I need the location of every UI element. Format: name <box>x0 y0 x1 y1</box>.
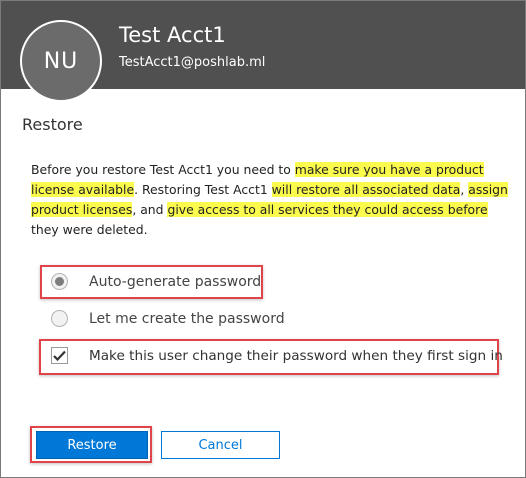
panel-title: Restore <box>22 115 83 134</box>
user-email: TestAcct1@poshlab.ml <box>119 55 266 70</box>
radio-selected-dot <box>55 277 64 286</box>
desc-highlight-data: will restore all associated data <box>271 182 461 197</box>
checkbox-option-force-change[interactable]: Make this user change their password whe… <box>51 347 503 364</box>
radio-option-create-password[interactable]: Let me create the password <box>51 310 285 327</box>
user-display-name: Test Acct1 <box>119 23 226 47</box>
radio-create-password[interactable] <box>51 310 68 327</box>
checkbox-force-change[interactable] <box>51 347 68 364</box>
checkbox-label-force-change: Make this user change their password whe… <box>89 347 503 364</box>
radio-label-create-password: Let me create the password <box>89 310 285 327</box>
desc-text-4: , and <box>132 202 168 217</box>
desc-text-2: . Restoring Test Acct1 <box>134 182 272 197</box>
radio-label-auto-generate: Auto-generate password <box>89 273 262 290</box>
desc-text-1: Before you restore Test Acct1 you need t… <box>31 162 295 177</box>
user-header: NU Test Acct1 TestAcct1@poshlab.ml <box>1 1 525 102</box>
avatar: NU <box>20 20 102 102</box>
desc-text-5: they were deleted. <box>31 222 148 237</box>
restore-button[interactable]: Restore <box>36 431 148 459</box>
restore-user-panel: NU Test Acct1 TestAcct1@poshlab.ml Resto… <box>0 0 526 478</box>
radio-option-auto-generate[interactable]: Auto-generate password <box>51 273 261 290</box>
avatar-initials: NU <box>43 48 79 74</box>
cancel-button[interactable]: Cancel <box>161 431 280 459</box>
radio-auto-generate[interactable] <box>51 273 68 290</box>
checkmark-icon <box>53 350 66 361</box>
desc-highlight-access: give access to all services they could a… <box>167 202 488 217</box>
restore-description: Before you restore Test Acct1 you need t… <box>31 160 511 240</box>
